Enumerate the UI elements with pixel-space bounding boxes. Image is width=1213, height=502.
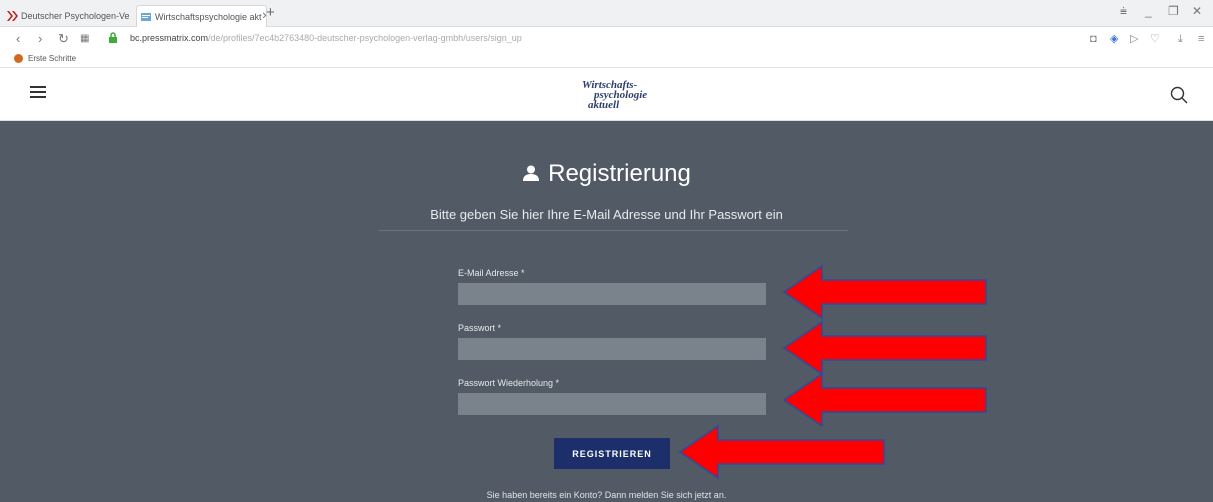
- speed-dial-icon[interactable]: ▦: [80, 32, 89, 45]
- lock-icon: [108, 32, 118, 45]
- email-field[interactable]: [458, 283, 766, 305]
- reload-icon[interactable]: ↻: [58, 32, 69, 45]
- email-label: E-Mail Adresse *: [458, 268, 525, 278]
- camera-icon[interactable]: ◘: [1090, 33, 1097, 45]
- download-icon[interactable]: ⤓: [1178, 33, 1183, 45]
- new-tab-icon[interactable]: +: [266, 5, 275, 21]
- annotation-arrow: [678, 424, 885, 480]
- bookmark-bar: [0, 52, 1213, 68]
- logo-line: aktuell: [588, 99, 620, 111]
- page-title-text: Registrierung: [548, 160, 691, 187]
- tab-menu-icon[interactable]: ⩧: [1120, 4, 1127, 19]
- back-icon[interactable]: ‹: [16, 32, 20, 45]
- password-field[interactable]: [458, 338, 766, 360]
- login-hint: Sie haben bereits ein Konto? Dann melden…: [486, 490, 727, 500]
- magazine-favicon-icon: [140, 11, 152, 23]
- shield-icon[interactable]: ◈: [1110, 33, 1118, 45]
- bookmark-label: Erste Schritte: [28, 54, 77, 63]
- hamburger-menu-icon[interactable]: [30, 86, 46, 98]
- page-subtitle: Bitte geben Sie hier Ihre E-Mail Adresse…: [430, 207, 783, 222]
- search-icon[interactable]: [1170, 86, 1188, 104]
- url-path: /de/profiles/7ec4b2763480-deutscher-psyc…: [208, 33, 522, 43]
- password-label: Passwort *: [458, 323, 502, 333]
- menu-icon[interactable]: ≡: [1198, 33, 1204, 45]
- send-icon[interactable]: ▷: [1130, 33, 1138, 45]
- forward-icon[interactable]: ›: [38, 32, 42, 45]
- restore-icon[interactable]: ❐: [1168, 4, 1179, 18]
- tab-wirtschaftspsychologie[interactable]: Wirtschaftspsychologie akt ✕: [136, 5, 267, 27]
- url-domain: bc.pressmatrix.com: [130, 33, 209, 43]
- site-logo[interactable]: Wirtschafts- psychologie aktuell: [560, 80, 670, 111]
- password-repeat-label: Passwort Wiederholung *: [458, 378, 560, 388]
- page-title: Registrierung: [0, 160, 1213, 189]
- register-button[interactable]: REGISTRIEREN: [554, 438, 670, 469]
- close-window-icon[interactable]: ✕: [1192, 4, 1202, 18]
- tab-label: Wirtschaftspsychologie akt: [155, 11, 262, 22]
- bookmark-item[interactable]: Erste Schritte: [14, 54, 76, 63]
- tab-label: Deutscher Psychologen-Ve: [21, 10, 130, 21]
- minimize-icon[interactable]: _: [1145, 4, 1152, 18]
- annotation-arrow: [782, 264, 987, 320]
- url-field[interactable]: bc.pressmatrix.com/de/profiles/7ec4b2763…: [130, 33, 522, 43]
- xing-favicon-icon: [6, 10, 18, 22]
- user-icon: [522, 161, 540, 189]
- divider: [378, 230, 848, 231]
- firefox-icon: [14, 54, 23, 63]
- heart-icon[interactable]: ♡: [1150, 33, 1160, 45]
- password-repeat-field[interactable]: [458, 393, 766, 415]
